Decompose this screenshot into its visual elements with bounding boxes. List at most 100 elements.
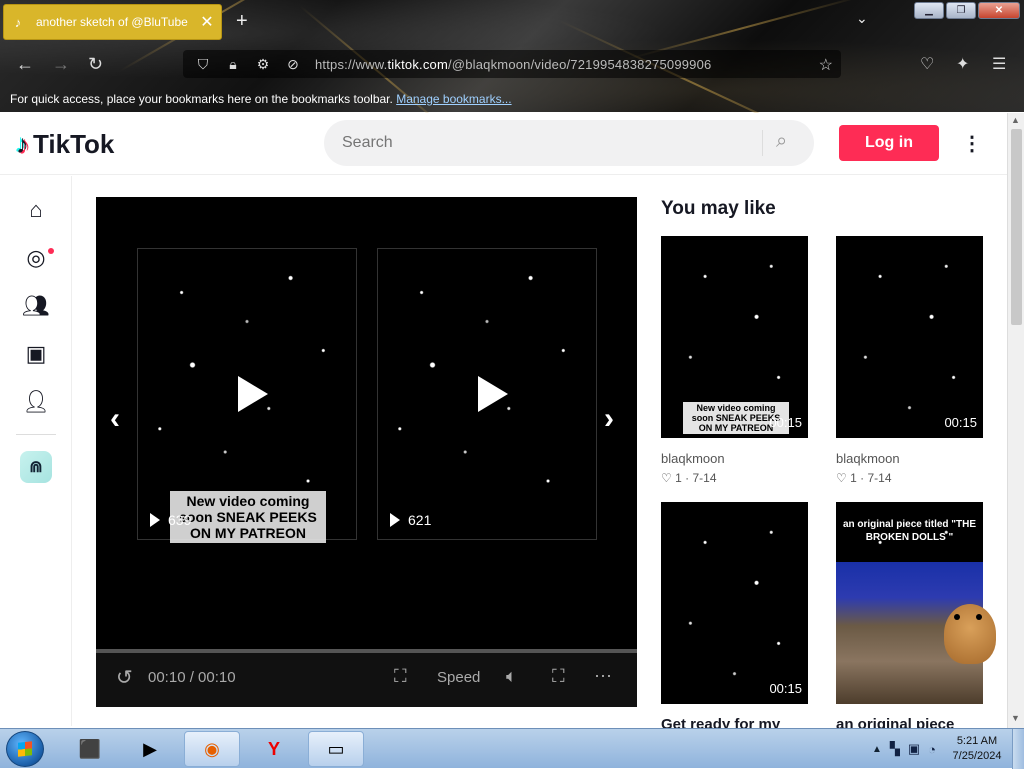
more-icon[interactable]: ⋯ [594, 666, 612, 687]
chevron-right-icon[interactable]: › [604, 402, 614, 436]
speed-button[interactable]: Speed [437, 669, 480, 686]
close-window-button[interactable]: ✕ [978, 2, 1020, 19]
manage-bookmarks-link[interactable]: Manage bookmarks... [396, 92, 511, 106]
media-player-icon[interactable]: ▶ [122, 731, 178, 767]
browser-chrome: ♪ another sketch of @BluTube ✕ + ⌄ ▁ ❐ ✕… [0, 0, 1024, 149]
replay-icon[interactable]: ↺ [116, 665, 133, 690]
lock-icon[interactable]: 🔒︎ [223, 56, 243, 73]
tray-app-icon[interactable]: ▚ [890, 741, 900, 757]
play-icon[interactable] [478, 376, 508, 412]
show-desktop-button[interactable] [1012, 729, 1024, 769]
clock-date: 7/25/2024 [952, 750, 1002, 762]
scroll-down-icon[interactable]: ▼ [1011, 713, 1020, 723]
heart-icon: ♡ [836, 471, 847, 485]
card-caption: an original piece titled "THE BROKEN DOL… [842, 519, 977, 543]
reload-icon[interactable]: ↻ [88, 54, 103, 75]
following-users-icon[interactable]: 👥︎ [22, 292, 50, 320]
firefox-icon[interactable]: ◉ [184, 731, 240, 767]
player-controls: ↺ 00:10 / 00:10 ⛶ Speed 🔈︎ ⛶ ⋯ [96, 653, 637, 707]
video-card[interactable]: New video coming soon SNEAK PEEKS ON MY … [661, 236, 808, 438]
search-icon[interactable]: ⌕ [776, 130, 787, 153]
bookmarks-toolbar: For quick access, place your bookmarks h… [10, 92, 512, 106]
shield-icon[interactable]: ⛉ [193, 56, 213, 73]
tiktok-note-icon: ♪ [16, 129, 29, 159]
menu-hamburger-icon[interactable]: ☰ [992, 54, 1006, 74]
taskbar-app-icon[interactable]: ⬛ [62, 731, 118, 767]
video-card[interactable]: 00:15 [836, 236, 983, 438]
new-tab-button[interactable]: + [236, 10, 248, 33]
card-username[interactable]: blaqkmoon [836, 451, 900, 466]
explore-compass-icon[interactable]: ◎ [22, 244, 50, 272]
taskbar: ⬛ ▶ ◉ Y ▭ ▲ ▚ ▣ ◔ 5:21 AM 7/25/2024 [0, 728, 1024, 769]
view-count: 639 [150, 512, 191, 528]
card-likes: ♡ 1 · 7-14 [661, 471, 717, 485]
live-video-icon[interactable]: ▣ [22, 340, 50, 368]
bookmark-star-icon[interactable]: ☆ [819, 55, 833, 75]
card-duration: 00:15 [769, 681, 802, 696]
address-bar[interactable]: ⛉ 🔒︎ ⚙ ⊘ https://www.tiktok.com/@blaqkmo… [183, 50, 841, 78]
card-duration: 00:15 [944, 415, 977, 430]
tray-expand-icon[interactable]: ▲ [872, 744, 882, 755]
yandex-browser-icon[interactable]: Y [246, 731, 302, 767]
search-input[interactable] [340, 133, 740, 153]
card-username[interactable]: blaqkmoon [661, 451, 725, 466]
left-sidebar: ⌂ ◎ 👥︎ ▣ 👤︎ ⋒ [0, 176, 72, 726]
extensions-icon[interactable]: ✦ [956, 54, 969, 74]
pip-icon[interactable]: ⛶ [394, 666, 407, 687]
you-may-like-heading: You may like [661, 198, 776, 219]
views-play-icon [390, 513, 400, 527]
thumbnail-caption: New video coming soon SNEAK PEEKS ON MY … [170, 491, 326, 543]
minimize-button[interactable]: ▁ [914, 2, 944, 19]
video-thumbnail[interactable]: New video coming soon SNEAK PEEKS ON MY … [137, 248, 357, 543]
bookmarks-hint: For quick access, place your bookmarks h… [10, 92, 393, 106]
scroll-up-icon[interactable]: ▲ [1011, 115, 1020, 125]
scroll-thumb[interactable] [1011, 129, 1022, 325]
network-icon[interactable]: ▣ [908, 741, 920, 757]
permissions-icon[interactable]: ⚙ [253, 56, 273, 73]
clock[interactable]: 5:21 AM 7/25/2024 [942, 734, 1012, 764]
video-player[interactable]: New video coming soon SNEAK PEEKS ON MY … [96, 197, 637, 707]
pocket-icon[interactable]: ♡ [920, 54, 934, 74]
home-icon[interactable]: ⌂ [22, 196, 50, 224]
play-icon[interactable] [238, 376, 268, 412]
hamster-sticker-icon [944, 604, 996, 664]
window-switcher-icon[interactable]: ▭ [308, 731, 364, 767]
site-header: ♪ TikTok ⌕ Log in ⋮ [0, 113, 1007, 175]
page-scrollbar[interactable]: ▲ ▼ [1007, 113, 1024, 728]
login-button[interactable]: Log in [839, 125, 939, 161]
chevron-left-icon[interactable]: ‹ [110, 402, 120, 436]
clock-time: 5:21 AM [956, 735, 998, 747]
tab-title: another sketch of @BluTube [36, 15, 188, 29]
tiktok-logo[interactable]: ♪ TikTok [16, 129, 114, 160]
app-promo-icon[interactable]: ⋒ [20, 451, 52, 483]
window-controls: ▁ ❐ ✕ [914, 2, 1020, 19]
tiktok-favicon-icon: ♪ [14, 14, 22, 30]
time-display: 00:10 / 00:10 [148, 669, 236, 686]
video-card[interactable]: 00:15 [661, 502, 808, 704]
volume-icon[interactable]: 🔈︎ [506, 666, 517, 687]
notification-dot [48, 248, 54, 254]
fullscreen-icon[interactable]: ⛶ [552, 666, 565, 687]
sidebar-divider [16, 434, 56, 435]
forward-icon[interactable]: → [52, 54, 70, 75]
logo-text: TikTok [33, 129, 115, 159]
card-likes: ♡ 1 · 7-14 [836, 471, 892, 485]
view-count: 621 [390, 512, 431, 528]
profile-icon[interactable]: 👤︎ [22, 388, 50, 416]
video-thumbnail[interactable]: 621 [377, 248, 597, 540]
start-button[interactable] [6, 731, 44, 767]
no-autoplay-icon[interactable]: ⊘ [283, 56, 303, 73]
back-icon[interactable]: ← [16, 54, 34, 75]
volume-tray-icon[interactable]: ◔ [928, 742, 936, 757]
tab-close-icon[interactable]: ✕ [199, 12, 215, 32]
video-card[interactable]: an original piece titled "THE BROKEN DOL… [836, 502, 996, 704]
url-text[interactable]: https://www.tiktok.com/@blaqkmoon/video/… [315, 57, 711, 72]
restore-button[interactable]: ❐ [946, 2, 976, 19]
search-bar: ⌕ [324, 120, 814, 166]
heart-icon: ♡ [661, 471, 672, 485]
browser-tab-active[interactable]: ♪ another sketch of @BluTube ✕ [3, 4, 222, 40]
more-options-icon[interactable]: ⋮ [962, 131, 982, 156]
views-play-icon [150, 513, 160, 527]
card-duration: 00:15 [769, 415, 802, 430]
list-tabs-chevron-icon[interactable]: ⌄ [856, 10, 868, 27]
